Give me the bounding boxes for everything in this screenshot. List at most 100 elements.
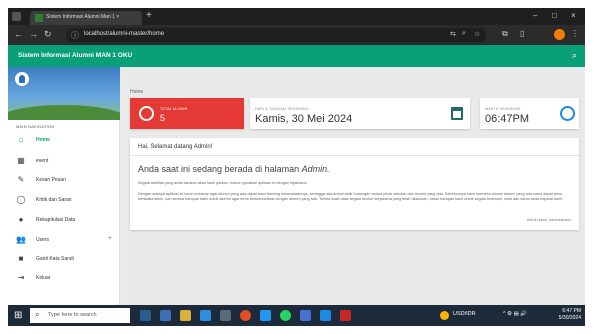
date-value: Kamis, 30 Mei 2024 <box>255 113 353 125</box>
welcome-heading: Anda saat ini sedang berada di halaman A… <box>138 164 330 174</box>
address-bar-row: ← → ↻ ⓘ localhost/alumni-master/home ⇆ ⌕… <box>8 25 585 45</box>
sidebar-banner-image <box>8 67 120 120</box>
clock-icon <box>560 106 575 121</box>
time-value: 06:47PM <box>485 113 530 125</box>
welcome-line-2: Dengan adanya aplikasi ini kami berharap… <box>138 192 563 201</box>
alumni-icon <box>139 106 154 121</box>
app-brand[interactable]: Sistem Informasi Alumni MAN 1 OKU <box>18 52 132 59</box>
users-icon: 👥 <box>16 235 26 244</box>
taskbar-search-placeholder: Type here to search <box>48 312 97 318</box>
sidebar-item-label: Ganti Kata Sandi <box>36 256 74 262</box>
back-icon[interactable]: ← <box>14 29 23 39</box>
browser-window: Sistem Informasi Alumni Man 1 × + – □ × … <box>8 8 585 326</box>
expand-icon[interactable]: + <box>108 235 112 242</box>
signature: Admin kami, Administrator <box>526 218 571 222</box>
forward-icon[interactable]: → <box>29 29 38 39</box>
sidebar-item-label: Kritik dan Saran <box>36 197 72 203</box>
tab-strip: Sistem Informasi Alumni Man 1 × + – □ × <box>8 8 585 25</box>
currency-label[interactable]: USD/IDR <box>453 311 476 317</box>
comment-icon: ◯ <box>16 195 26 204</box>
total-alumni-label: TOTAL ALUMNI <box>160 107 188 111</box>
welcome-line-1: Segala aktifitas yang anda lakukan akan … <box>138 181 308 185</box>
translate-icon[interactable]: ⇆ <box>450 30 456 38</box>
url-text: localhost/alumni-master/home <box>84 31 165 37</box>
welcome-panel-header: Hai, Selamat datang Admin! <box>130 138 579 156</box>
data-icon: ● <box>18 215 24 224</box>
school-logo <box>15 72 29 86</box>
sidebar-item-rekapitulasi[interactable]: ● Rekapitulasi Data <box>8 213 120 227</box>
url-field[interactable]: ⓘ localhost/alumni-master/home ⇆ ⌕ ☆ <box>66 28 486 42</box>
app-header: Sistem Informasi Alumni MAN 1 OKU ⌕ <box>8 45 585 67</box>
calendar-icon <box>451 107 463 120</box>
zoom-icon[interactable]: ⌕ <box>462 30 466 38</box>
sidebar-item-keluar[interactable]: ⇥ Keluar <box>8 271 120 285</box>
maximize-button[interactable]: □ <box>552 11 557 20</box>
taskbar: ⊞ ⌕ Type here to search USD/IDR ^ ⚙ ▤ 🔊 … <box>8 305 585 326</box>
search-icon: ⌕ <box>35 310 40 319</box>
taskbar-app-icon[interactable] <box>160 310 171 321</box>
extensions-icon[interactable]: ⧉ <box>502 29 508 39</box>
tab-search-icon[interactable] <box>12 12 21 21</box>
sidepanel-icon[interactable]: ▯ <box>520 29 524 38</box>
heading-prefix: Anda saat ini sedang berada di halaman <box>138 164 300 174</box>
sidebar-item-label: Home <box>36 137 50 143</box>
menu-icon[interactable]: ⋮ <box>571 29 579 38</box>
sidebar-item-users[interactable]: 👥 Users + <box>8 233 120 247</box>
clock-time: 6:47 PM <box>562 308 581 314</box>
tray-icons[interactable]: ^ ⚙ ▤ 🔊 <box>503 311 527 317</box>
sidebar-item-label: Rekapitulasi Data <box>36 217 76 223</box>
edge-icon[interactable] <box>200 310 211 321</box>
favicon-icon <box>35 14 43 22</box>
sidebar-item-label: Users <box>36 237 50 243</box>
chrome-icon[interactable] <box>240 310 251 321</box>
date-card: HARI & TANGGAL SEKARANG Kamis, 30 Mei 20… <box>250 98 470 129</box>
tab-title: Sistem Informasi Alumni Man 1 × <box>46 14 120 20</box>
greeting: Hai, Selamat datang Admin! <box>138 144 213 150</box>
taskbar-app-icon[interactable] <box>260 310 271 321</box>
currency-icon <box>440 311 449 320</box>
total-alumni-value: 5 <box>160 113 166 123</box>
search-icon[interactable]: ⌕ <box>572 50 577 61</box>
sidebar-item-label: Keluar <box>36 275 51 281</box>
taskbar-clock[interactable]: 6:47 PM 5/30/2024 <box>559 308 581 322</box>
taskbar-app-icon[interactable] <box>340 310 351 321</box>
main-content: Home TOTAL ALUMNI 5 HARI & TANGGAL SEKAR… <box>121 67 585 305</box>
reload-icon[interactable]: ↻ <box>44 29 52 40</box>
sidebar-item-label: Kesan Pesan <box>36 177 66 183</box>
file-explorer-icon[interactable] <box>180 310 191 321</box>
logout-icon: ⇥ <box>17 273 25 282</box>
store-icon[interactable] <box>220 310 231 321</box>
calendar-icon: ▦ <box>17 156 25 165</box>
clock-date: 5/30/2024 <box>558 315 581 321</box>
minimize-button[interactable]: – <box>533 11 537 20</box>
browser-tab[interactable]: Sistem Informasi Alumni Man 1 × <box>30 11 142 25</box>
message-icon: ✎ <box>17 175 25 184</box>
close-window-button[interactable]: × <box>571 11 576 20</box>
sidebar-item-kritik-saran[interactable]: ◯ Kritik dan Saran <box>8 193 120 207</box>
time-card: WAKTU SEKARANG 06:47PM <box>480 98 579 129</box>
taskbar-search[interactable]: ⌕ Type here to search <box>30 308 130 323</box>
sidebar-section-label: MAIN NAVIGATION <box>16 124 55 129</box>
banner-hill <box>8 105 120 120</box>
profile-avatar[interactable] <box>554 29 565 40</box>
whatsapp-icon[interactable] <box>280 310 291 321</box>
vscode-icon[interactable] <box>320 310 331 321</box>
new-tab-button[interactable]: + <box>146 10 152 21</box>
site-info-icon[interactable]: ⓘ <box>71 30 79 41</box>
sidebar-item-ganti-sandi[interactable]: ■ Ganti Kata Sandi <box>8 252 120 266</box>
windows-start-icon[interactable]: ⊞ <box>14 310 22 321</box>
heading-page: Admin. <box>301 164 330 174</box>
sidebar-item-kesan-pesan[interactable]: ✎ Kesan Pesan <box>8 173 120 187</box>
bookmark-star-icon[interactable]: ☆ <box>474 30 480 38</box>
key-icon: ■ <box>18 254 24 263</box>
breadcrumb: Home <box>130 89 144 95</box>
taskbar-app-icon[interactable] <box>300 310 311 321</box>
sidebar-item-event[interactable]: ▦ event <box>8 154 120 168</box>
taskbar-app-icon[interactable] <box>140 310 151 321</box>
date-label: HARI & TANGGAL SEKARANG <box>255 107 309 111</box>
sidebar-item-label: event <box>36 158 49 164</box>
sidebar-item-home[interactable]: ⌂ Home <box>8 133 120 147</box>
home-icon: ⌂ <box>18 135 24 144</box>
welcome-panel: Hai, Selamat datang Admin! Anda saat ini… <box>130 138 579 230</box>
total-alumni-card[interactable]: TOTAL ALUMNI 5 <box>130 98 244 129</box>
